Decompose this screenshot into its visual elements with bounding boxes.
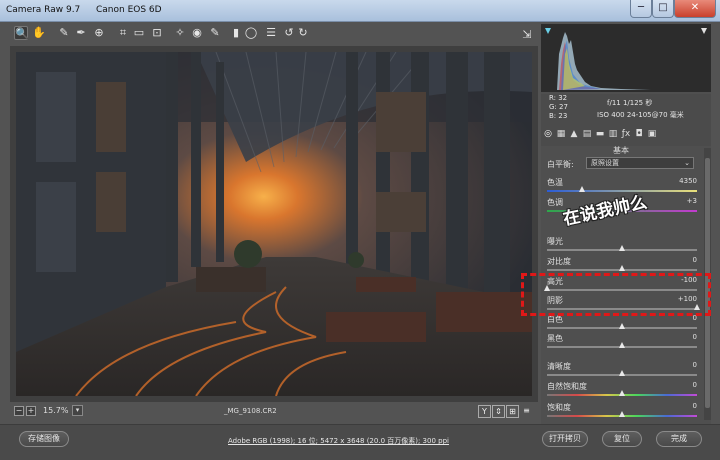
slider-exposure: 曝光 [547,236,697,258]
slider-saturation: 饱和度 0 [547,402,697,424]
tone-curve-tab-icon[interactable]: ▦ [556,129,566,140]
app-title: Camera Raw 9.7 [6,5,81,15]
slider-value[interactable]: 0 [693,402,697,410]
red-value: R: 32 [549,94,568,102]
zoom-dropdown[interactable]: ▾ [72,405,83,416]
open-copy-button[interactable]: 打开拷贝 [542,431,588,447]
slider-label: 曝光 [547,237,563,246]
split-toning-tab-icon[interactable]: ▬ [595,129,605,140]
slider-handle[interactable] [619,411,625,417]
exposure-info: f/11 1/125 秒 [607,99,653,107]
effects-tab-icon[interactable]: ƒx [621,129,631,140]
crop-tool[interactable]: ⌗ [116,26,130,40]
shadow-clipping-icon [545,28,551,34]
slider-handle[interactable] [619,370,625,376]
export-icon[interactable]: ⇲ [520,28,534,42]
copy-settings-button[interactable]: ⊞ [506,405,519,418]
hand-tool[interactable]: ✋ [32,26,46,40]
preview-preferences-icon[interactable]: ≡ [520,405,533,418]
chevron-down-icon: ⌄ [684,159,690,167]
slider-handle[interactable] [619,245,625,251]
slider-label: 自然饱和度 [547,382,587,391]
highlight-clipping-icon [701,28,707,34]
minimize-button[interactable]: ─ [630,0,652,18]
preferences-tool[interactable]: ☰ [264,26,278,40]
slider-handle[interactable] [619,390,625,396]
zoom-level: 15.7% [43,406,69,415]
zoom-out-button[interactable]: − [14,406,24,416]
photo-image [16,52,532,396]
zoom-tool[interactable]: 🔍 [14,26,29,40]
before-after-toggle[interactable]: Y [478,405,491,418]
slider-handle[interactable] [619,265,625,271]
transform-tool[interactable]: ⊡ [150,26,164,40]
slider-handle[interactable] [578,186,585,192]
done-button[interactable]: 完成 [656,431,702,447]
lens-tab-icon[interactable]: ▥ [608,129,618,140]
save-image-button[interactable]: 存储图像 [19,431,69,447]
slider-value[interactable]: 0 [693,333,697,341]
targeted-adjustment-tool[interactable]: ⊕ [92,26,106,40]
green-value: G: 27 [549,103,568,111]
rotate-right-tool[interactable]: ↻ [296,26,310,40]
slider-handle[interactable] [619,323,625,329]
camera-model: Canon EOS 6D [96,5,162,15]
slider-label: 色温 [547,178,563,187]
white-balance-tool[interactable]: ✎ [57,26,71,40]
blue-value: B: 23 [549,112,568,120]
slider-value[interactable]: 4350 [679,177,697,185]
slider-label: 对比度 [547,257,571,266]
slider-value[interactable]: 0 [693,256,697,264]
white-balance-select[interactable]: 原照设置 ⌄ [586,157,694,169]
highlight-annotation-box [521,273,711,316]
panel-tabs: ◎ ▦ ▲ ▤ ▬ ▥ ƒx ◘ ▣ [541,128,711,144]
red-eye-tool[interactable]: ◉ [190,26,204,40]
maximize-button[interactable]: □ [652,0,674,18]
slider-label: 清晰度 [547,362,571,371]
slider-value[interactable]: 0 [693,381,697,389]
workflow-options-link[interactable]: Adobe RGB (1998); 16 位; 5472 x 3648 (20.… [228,436,449,446]
camera-raw-window: Camera Raw 9.7 Canon EOS 6D ─ □ ✕ 🔍 ✋ ✎ ✒ ⊕ ⌗… [0,0,720,460]
presets-tab-icon[interactable]: ▣ [647,129,657,140]
image-preview-area [10,46,538,402]
zoom-in-button[interactable]: + [26,406,36,416]
slider-handle[interactable] [619,342,625,348]
histogram [541,24,711,92]
white-balance-value: 原照设置 [591,159,619,167]
spot-removal-tool[interactable]: ✧ [173,26,187,40]
photo-preview[interactable] [16,52,532,396]
camera-calibration-tab-icon[interactable]: ◘ [634,129,644,140]
bottom-bar: 存储图像 Adobe RGB (1998); 16 位; 5472 x 3648… [0,424,720,460]
slider-clarity: 清晰度 0 [547,361,697,383]
slider-label: 黑色 [547,334,563,343]
file-name: _MG_9108.CR2 [224,407,277,415]
hsl-tab-icon[interactable]: ▤ [582,129,592,140]
detail-tab-icon[interactable]: ▲ [569,129,579,140]
slider-label: 饱和度 [547,403,571,412]
slider-vibrance: 自然饱和度 0 [547,381,697,403]
preview-status-bar: − + 15.7% ▾ _MG_9108.CR2 Y ⇕ ⊞ ≡ [10,403,538,421]
adjustment-brush-tool[interactable]: ✎ [208,26,222,40]
rotate-left-tool[interactable]: ↺ [282,26,296,40]
histogram-graph [545,28,707,90]
swap-settings-button[interactable]: ⇕ [492,405,505,418]
straighten-tool[interactable]: ▭ [132,26,146,40]
graduated-filter-tool[interactable]: ▮ [229,26,243,40]
basic-tab-icon[interactable]: ◎ [543,129,553,140]
slider-value[interactable]: +3 [687,197,697,205]
close-button[interactable]: ✕ [674,0,716,18]
slider-blacks: 黑色 0 [547,333,697,355]
white-balance-label: 白平衡: [547,160,574,169]
color-sampler-tool[interactable]: ✒ [74,26,88,40]
tool-bar: 🔍 ✋ ✎ ✒ ⊕ ⌗ ▭ ⊡ ✧ ◉ ✎ ▮ ◯ ☰ ↺ ↻ [10,24,538,46]
lens-info: ISO 400 24-105@70 毫米 [597,111,684,119]
radial-filter-tool[interactable]: ◯ [244,26,258,40]
panel-title: 基本 [613,146,629,155]
reset-button[interactable]: 复位 [602,431,642,447]
title-bar: Camera Raw 9.7 Canon EOS 6D ─ □ ✕ [0,0,720,22]
slider-value[interactable]: 0 [693,361,697,369]
